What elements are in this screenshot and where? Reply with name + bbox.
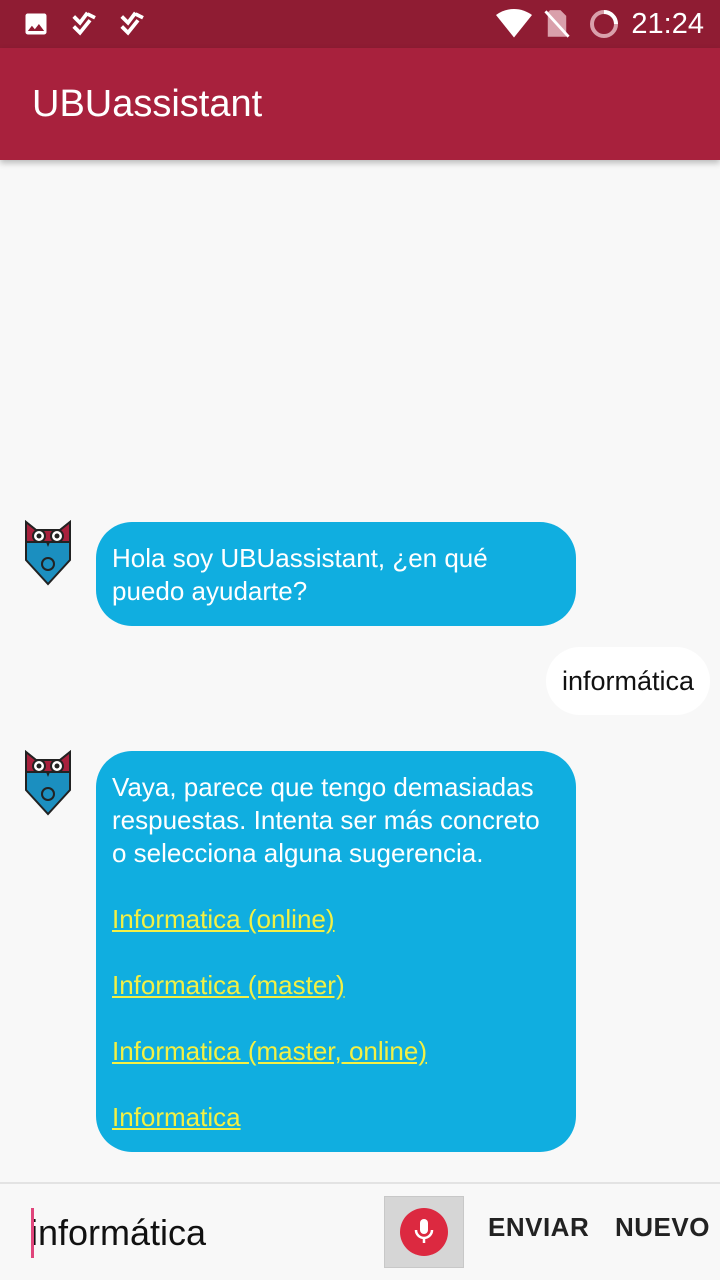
bot-avatar-owl-icon <box>24 519 72 586</box>
text-cursor <box>31 1208 34 1258</box>
user-message-text: informática <box>561 666 694 696</box>
new-button[interactable]: NUEVO <box>615 1212 710 1243</box>
wifi-icon <box>496 8 532 40</box>
mic-button[interactable] <box>384 1196 464 1268</box>
message-input[interactable] <box>30 1204 370 1262</box>
chat-area[interactable]: Hola soy UBUassistant, ¿en qué puedo ayu… <box>0 160 720 1182</box>
bot-message-text: Vaya, parece que tengo demasiadas respue… <box>112 772 540 868</box>
suggestion-link[interactable]: Informatica (master, online) <box>112 1035 560 1068</box>
bot-message: Hola soy UBUassistant, ¿en qué puedo ayu… <box>96 522 576 626</box>
bot-avatar-owl-icon <box>24 749 72 816</box>
status-time: 21:24 <box>631 8 704 40</box>
suggestion-link[interactable]: Informatica (online) <box>112 903 560 936</box>
battery-saver-icon <box>588 8 620 40</box>
suggestion-link[interactable]: Informatica <box>112 1101 560 1134</box>
image-icon <box>22 8 50 40</box>
checklist-icon <box>70 8 100 40</box>
send-button[interactable]: ENVIAR <box>488 1212 589 1243</box>
user-message: informática <box>545 647 710 715</box>
app-bar: UBUassistant <box>0 48 720 160</box>
microphone-icon <box>400 1208 448 1256</box>
status-bar: 21:24 <box>0 0 720 48</box>
checklist-icon <box>118 8 148 40</box>
suggestion-link[interactable]: Informatica (master) <box>112 969 560 1002</box>
app-title: UBUassistant <box>32 83 263 125</box>
bot-message-text: Hola soy UBUassistant, ¿en qué puedo ayu… <box>112 543 488 606</box>
input-bar: ENVIAR NUEVO <box>0 1182 720 1280</box>
bot-message: Vaya, parece que tengo demasiadas respue… <box>96 751 576 1152</box>
no-sim-icon <box>542 8 572 40</box>
